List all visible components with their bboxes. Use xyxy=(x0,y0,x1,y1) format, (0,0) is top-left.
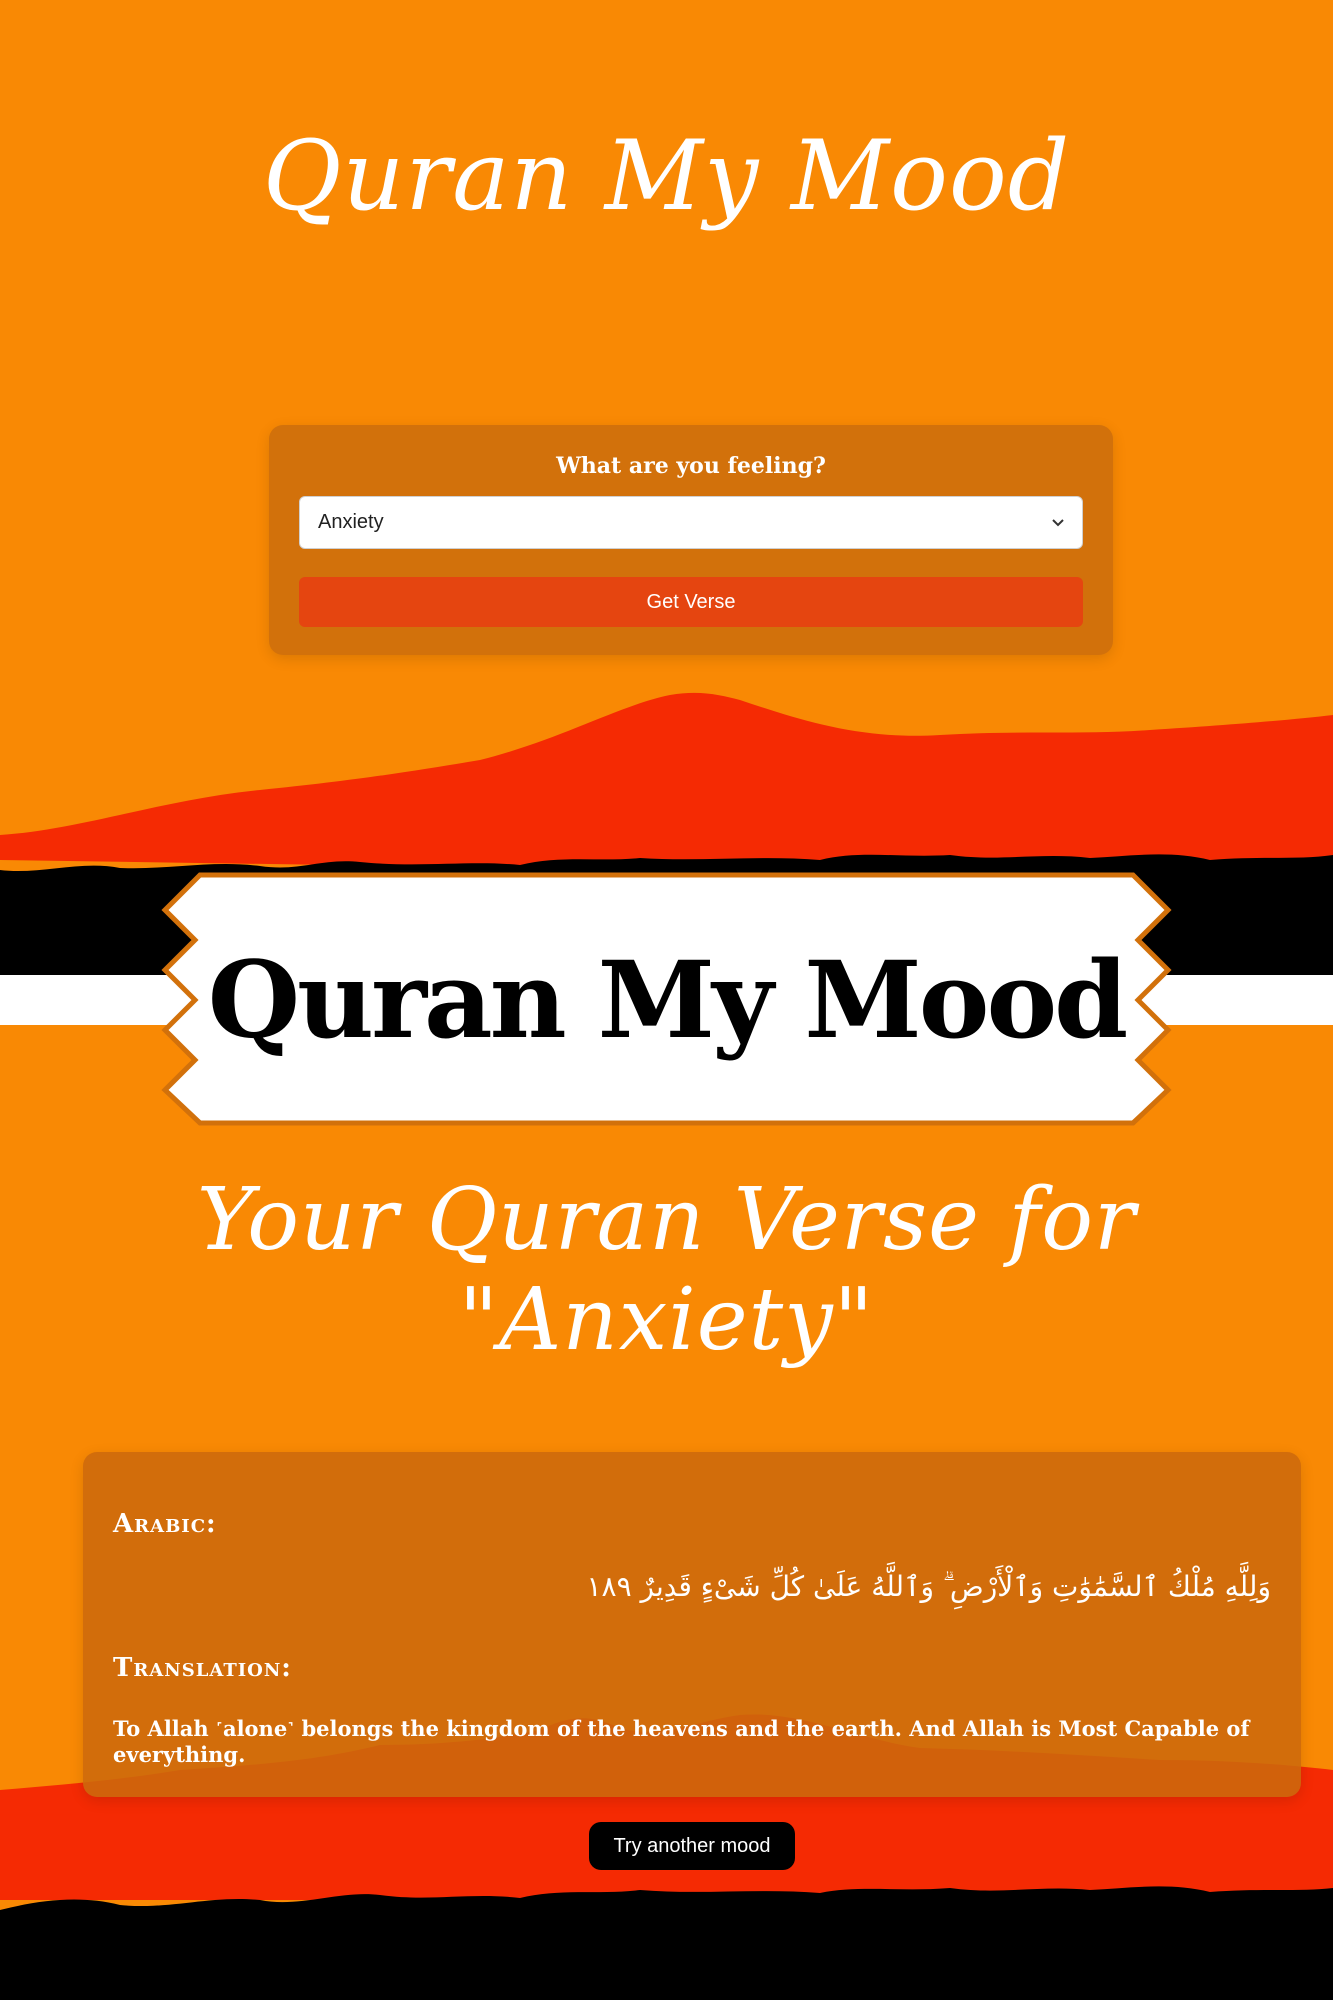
verse-card: Arabic: وَلِلَّهِ مُلْكُ ٱلسَّمَٰوَٰتِ و… xyxy=(83,1452,1301,1797)
arabic-verse-text: وَلِلَّهِ مُلْكُ ٱلسَّمَٰوَٰتِ وَٱلْأَرْ… xyxy=(586,1570,1271,1603)
arabic-label: Arabic: xyxy=(113,1509,217,1539)
get-verse-button[interactable]: Get Verse xyxy=(299,577,1083,627)
mood-select-value: Anxiety xyxy=(318,511,384,533)
mood-form-card: What are you feeling? Anxiety Get Verse xyxy=(269,425,1113,655)
mood-question-label: What are you feeling? xyxy=(556,453,826,479)
translation-label: Translation: xyxy=(113,1653,292,1683)
title-banner: Quran My Mood xyxy=(160,870,1173,1128)
banner-title: Quran My Mood xyxy=(207,936,1129,1062)
try-another-mood-button[interactable]: Try another mood xyxy=(589,1822,795,1870)
verse-heading: Your Quran Verse for "Anxiety" xyxy=(196,1170,1137,1370)
chevron-down-icon xyxy=(1052,519,1064,527)
translation-text: To Allah ˹alone˺ belongs the kingdom of … xyxy=(113,1716,1250,1767)
black-ridge-lower xyxy=(0,1886,1333,2000)
mood-select[interactable]: Anxiety xyxy=(299,496,1083,549)
page-title: Quran My Mood xyxy=(262,120,1071,232)
